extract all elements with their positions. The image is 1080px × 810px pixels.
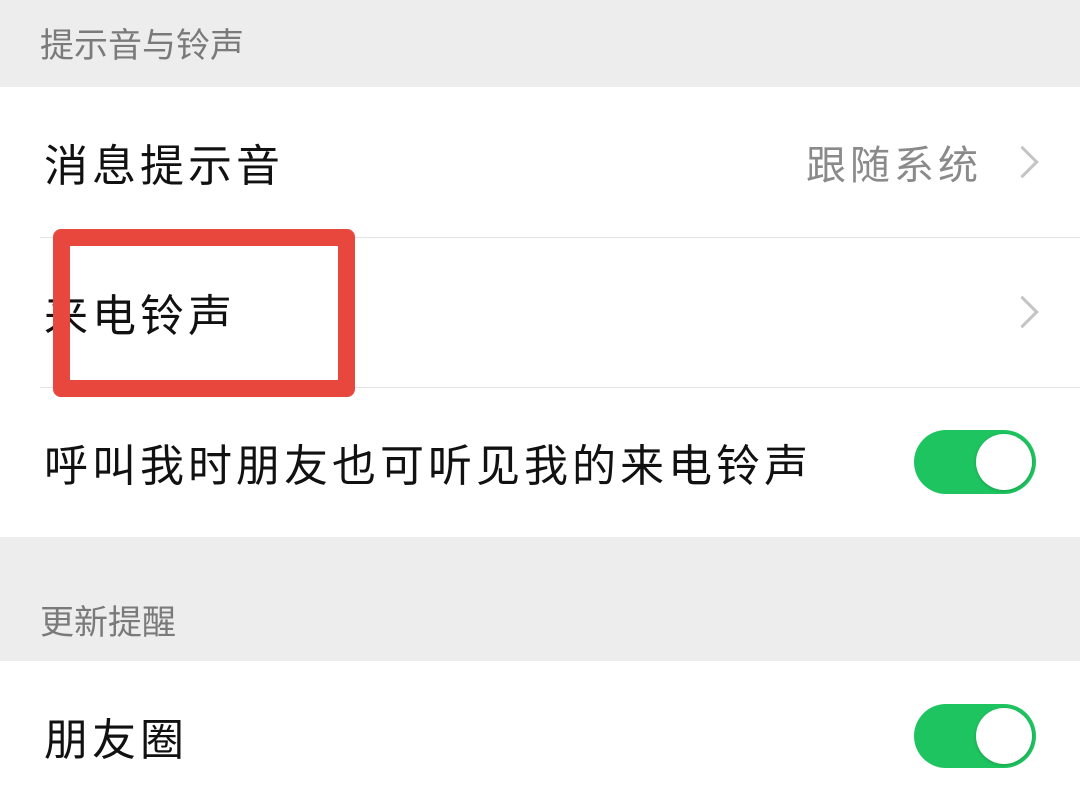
toggle-knob bbox=[976, 707, 1032, 764]
moments-toggle[interactable] bbox=[914, 703, 1036, 768]
message-tone-value: 跟随系统 bbox=[806, 143, 982, 189]
highlight-annotation-box bbox=[53, 229, 355, 397]
toggle-knob bbox=[976, 434, 1032, 490]
share-ringtone-label: 呼叫我时朋友也可听见我的来电铃声 bbox=[44, 441, 812, 492]
message-tone-row[interactable]: 消息提示音 跟随系统 bbox=[0, 87, 1080, 237]
chevron-right-icon bbox=[1006, 295, 1039, 329]
share-ringtone-row: 呼叫我时朋友也可听见我的来电铃声 bbox=[0, 387, 1080, 537]
updates-settings-group: 朋友圈 bbox=[0, 661, 1080, 810]
message-tone-label: 消息提示音 bbox=[44, 141, 284, 192]
moments-label: 朋友圈 bbox=[44, 714, 188, 766]
section-header-sounds: 提示音与铃声 bbox=[0, 0, 1080, 85]
share-ringtone-toggle[interactable] bbox=[914, 430, 1036, 494]
section-header-updates: 更新提醒 bbox=[0, 537, 1080, 661]
chevron-right-icon bbox=[1006, 145, 1039, 179]
moments-row: 朋友圈 bbox=[0, 661, 1080, 810]
